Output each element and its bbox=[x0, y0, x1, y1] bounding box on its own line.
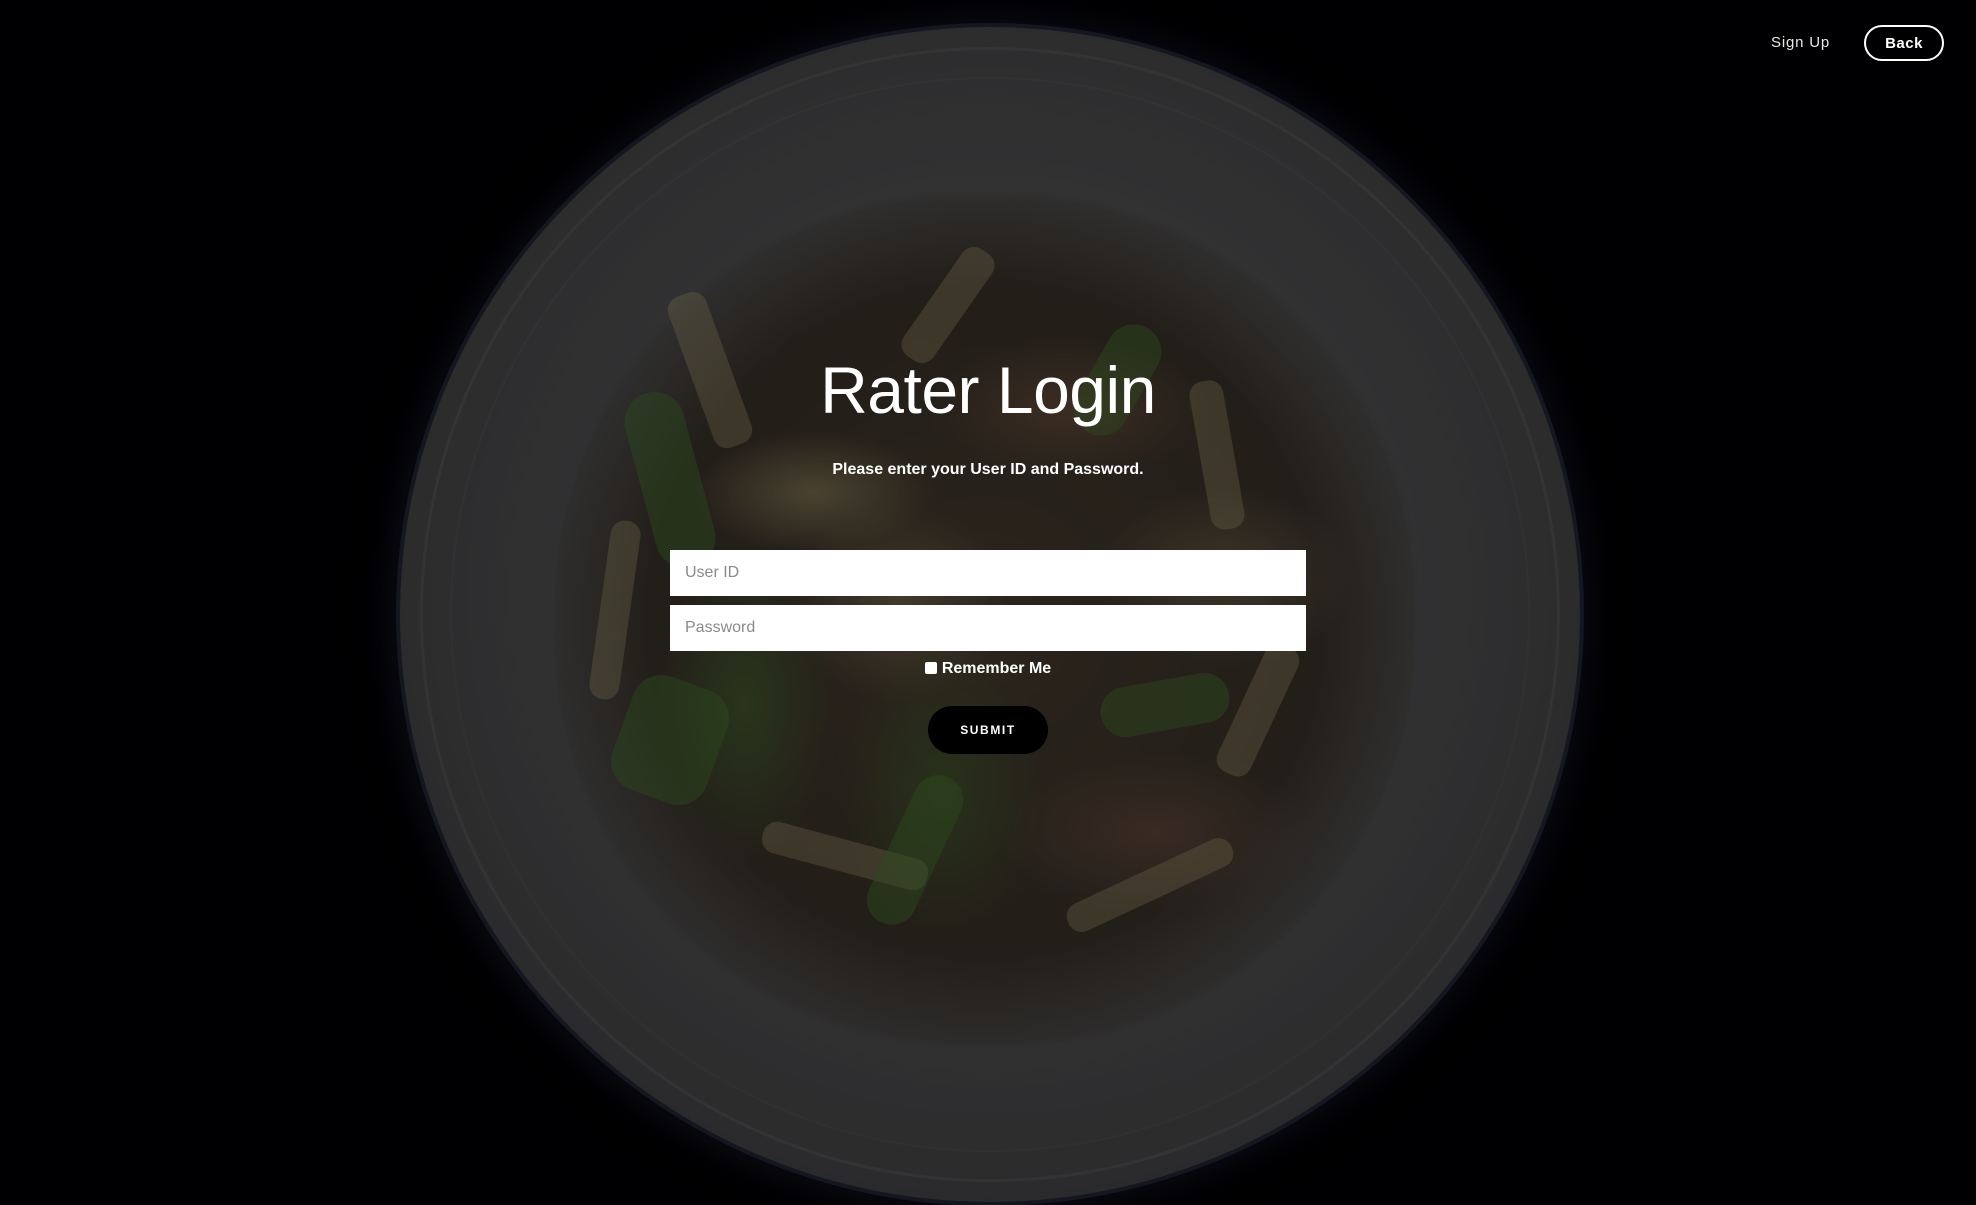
page-title: Rater Login bbox=[820, 353, 1156, 427]
remember-me-label[interactable]: Remember Me bbox=[942, 660, 1051, 677]
submit-button[interactable]: SUBMIT bbox=[928, 706, 1048, 754]
remember-me-row: Remember Me bbox=[0, 660, 1976, 678]
background-photo bbox=[0, 0, 1976, 1205]
remember-me-checkbox[interactable] bbox=[924, 662, 937, 674]
login-instructions: Please enter your User ID and Password. bbox=[832, 461, 1144, 478]
background-overlay bbox=[0, 0, 1976, 1205]
user-id-input[interactable] bbox=[670, 550, 1306, 596]
password-input[interactable] bbox=[670, 605, 1306, 651]
sign-up-link[interactable]: Sign Up bbox=[1771, 34, 1830, 51]
back-button[interactable]: Back bbox=[1864, 25, 1944, 61]
